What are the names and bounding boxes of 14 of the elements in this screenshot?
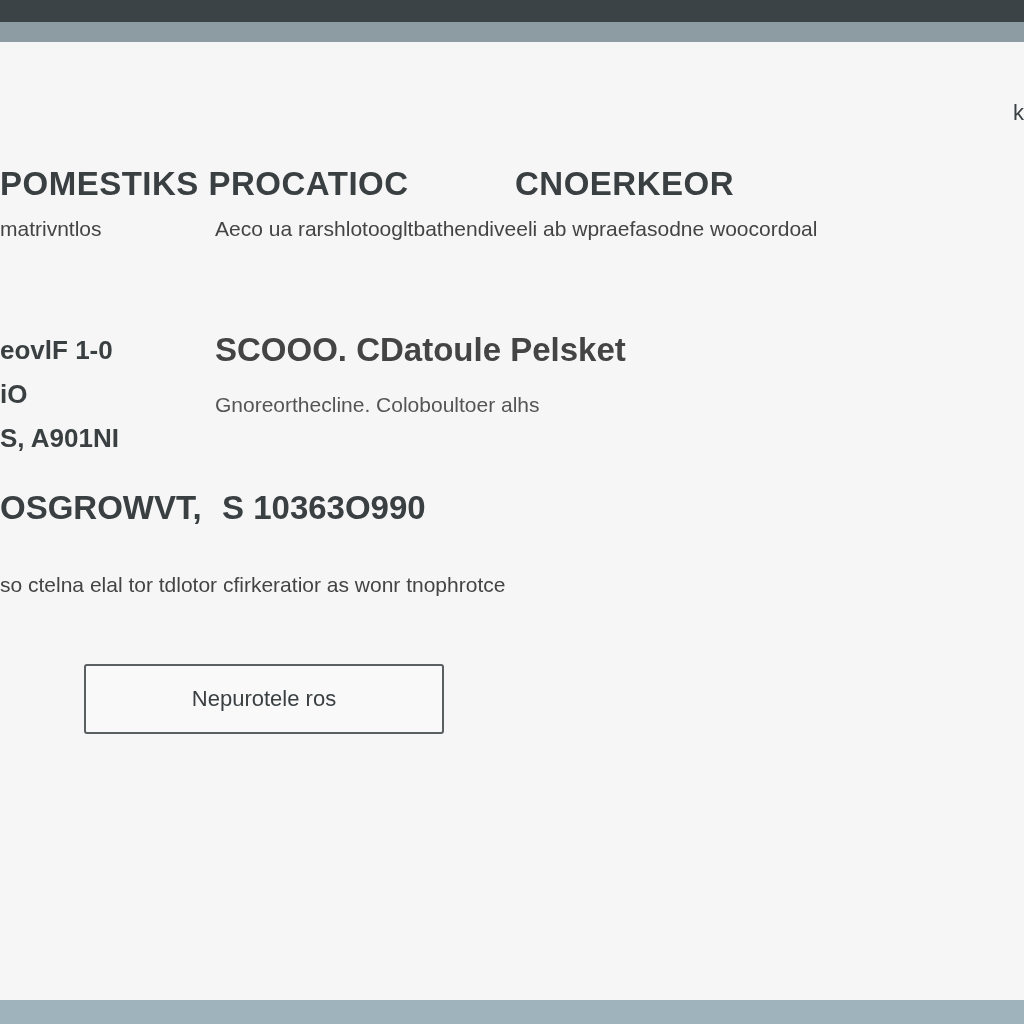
- subheading-label: matrivntlos: [0, 216, 103, 242]
- details-title: SCOOO. CDatoule Pelsket: [215, 330, 627, 370]
- heading: POMESTIKS PROCATIOC: [0, 164, 410, 204]
- detail-text: eovlF 1-0: [0, 334, 114, 367]
- total-label: OSGROWVT,: [0, 488, 203, 528]
- corner-text: k: [1013, 100, 1024, 126]
- action-button[interactable]: Nepurotele ros: [84, 664, 444, 734]
- note-text: so ctelna elal tor tdlotor cfirkeratior as wonr tnophrotce: [0, 572, 506, 598]
- details-subtitle: Gnoreorthecline. Coloboultoer alhs: [215, 392, 541, 418]
- total-value: S 10363O990: [222, 488, 426, 528]
- detail-text: iO: [0, 378, 29, 411]
- heading: CNOERKEOR: [515, 164, 735, 204]
- subheading-text: Aeco ua rarshlotoogltbathendiveeli ab wpraefasodne woocordoal: [215, 216, 818, 242]
- detail-text: S, A901NI: [0, 422, 120, 455]
